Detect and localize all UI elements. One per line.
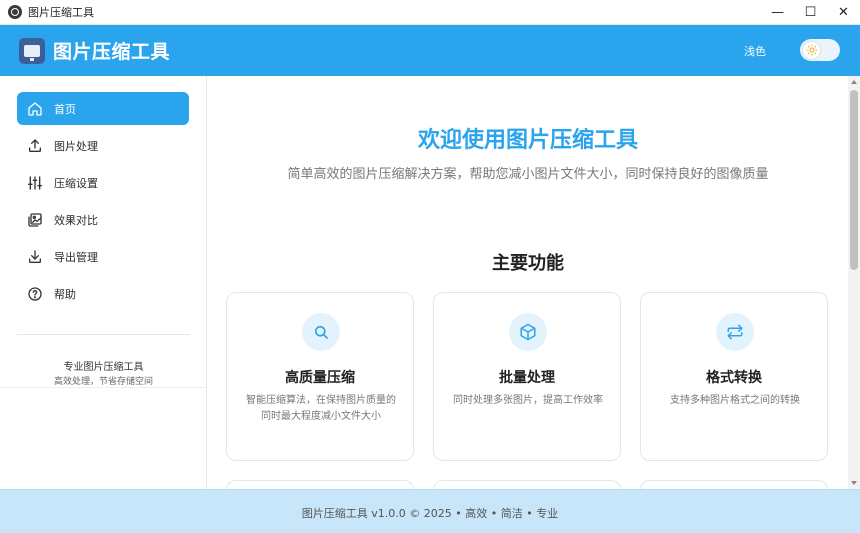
sidebar-item-compare[interactable]: 效果对比 bbox=[17, 203, 189, 236]
feature-card-quality[interactable]: 高质量压缩 智能压缩算法，在保持图片质量的同时最大程度减小文件大小 bbox=[226, 292, 414, 461]
app-header: 图片压缩工具 浅色 bbox=[0, 25, 860, 76]
home-icon bbox=[27, 101, 43, 117]
close-button[interactable]: ✕ bbox=[827, 0, 860, 25]
sidebar-item-home[interactable]: 首页 bbox=[17, 92, 189, 125]
sidebar-item-label: 压缩设置 bbox=[54, 176, 98, 190]
sidebar-item-label: 首页 bbox=[54, 102, 76, 116]
feature-card-title: 批量处理 bbox=[499, 370, 555, 386]
app-logo-icon bbox=[19, 37, 45, 64]
scrollbar-thumb[interactable] bbox=[850, 90, 858, 270]
app-title: 图片压缩工具 bbox=[53, 41, 171, 63]
sidebar-footer-subtitle: 高效处理，节省存储空间 bbox=[53, 377, 153, 387]
window-controls: — ☐ ✕ bbox=[761, 0, 860, 25]
sidebar-item-label: 效果对比 bbox=[54, 213, 98, 227]
sidebar-item-export[interactable]: 导出管理 bbox=[17, 240, 189, 273]
app-window-icon bbox=[8, 5, 22, 19]
sidebar-item-help[interactable]: 帮助 bbox=[17, 277, 189, 310]
sidebar-nav: 首页 图片处理 压缩设置 效果对比 导出管理 帮助 bbox=[0, 76, 206, 310]
window-title: 图片压缩工具 bbox=[28, 6, 94, 19]
sun-icon bbox=[803, 41, 820, 59]
swap-icon bbox=[716, 313, 754, 351]
download-icon bbox=[27, 249, 43, 265]
feature-card-batch[interactable]: 批量处理 同时处理多张图片，提高工作效率 bbox=[433, 292, 621, 461]
feature-card-title: 高质量压缩 bbox=[285, 370, 355, 386]
box-icon bbox=[509, 313, 547, 351]
search-icon bbox=[302, 313, 340, 351]
sidebar-item-compress-settings[interactable]: 压缩设置 bbox=[17, 166, 189, 199]
footer-text: 图片压缩工具 v1.0.0 © 2025 • 高效 • 简洁 • 专业 bbox=[301, 507, 559, 520]
sidebar-item-image-processing[interactable]: 图片处理 bbox=[17, 129, 189, 162]
sidebar-item-label: 导出管理 bbox=[54, 250, 98, 264]
scroll-down-icon[interactable] bbox=[851, 481, 857, 485]
scroll-up-icon[interactable] bbox=[851, 80, 857, 84]
feature-card-title: 格式转换 bbox=[706, 370, 762, 386]
feature-card-partial bbox=[640, 480, 828, 489]
help-icon bbox=[27, 286, 43, 302]
feature-card-partial bbox=[226, 480, 414, 489]
maximize-button[interactable]: ☐ bbox=[794, 0, 827, 25]
feature-card-description: 同时处理多张图片，提高工作效率 bbox=[453, 395, 603, 406]
feature-card-format[interactable]: 格式转换 支持多种图片格式之间的转换 bbox=[640, 292, 828, 461]
features-title: 主要功能 bbox=[492, 253, 564, 274]
theme-label: 浅色 bbox=[744, 45, 766, 58]
feature-card-description: 支持多种图片格式之间的转换 bbox=[670, 395, 800, 406]
welcome-title: 欢迎使用图片压缩工具 bbox=[417, 128, 638, 153]
feature-card-description: 智能压缩算法，在保持图片质量的同时最大程度减小文件大小 bbox=[246, 395, 396, 422]
sidebar: 首页 图片处理 压缩设置 效果对比 导出管理 帮助 专业图片压缩工具 高效处理，… bbox=[0, 76, 207, 489]
sidebar-divider-bottom bbox=[0, 387, 207, 388]
main-content: 欢迎使用图片压缩工具 简单高效的图片压缩解决方案，帮助您减小图片文件大小，同时保… bbox=[208, 76, 848, 489]
sidebar-item-label: 图片处理 bbox=[54, 139, 98, 153]
sidebar-divider bbox=[17, 334, 190, 335]
upload-icon bbox=[27, 138, 43, 154]
sidebar-footer-title: 专业图片压缩工具 bbox=[63, 362, 144, 373]
image-compare-icon bbox=[27, 212, 43, 228]
sliders-icon bbox=[27, 175, 43, 191]
minimize-button[interactable]: — bbox=[761, 0, 794, 25]
window-titlebar: 图片压缩工具 — ☐ ✕ bbox=[0, 0, 860, 25]
theme-toggle[interactable] bbox=[800, 39, 840, 61]
welcome-subtitle: 简单高效的图片压缩解决方案，帮助您减小图片文件大小，同时保持良好的图像质量 bbox=[287, 167, 769, 182]
feature-card-partial bbox=[433, 480, 621, 489]
sidebar-item-label: 帮助 bbox=[54, 287, 76, 301]
main-scrollbar[interactable] bbox=[848, 76, 860, 489]
app-footer: 图片压缩工具 v1.0.0 © 2025 • 高效 • 简洁 • 专业 bbox=[0, 489, 860, 533]
